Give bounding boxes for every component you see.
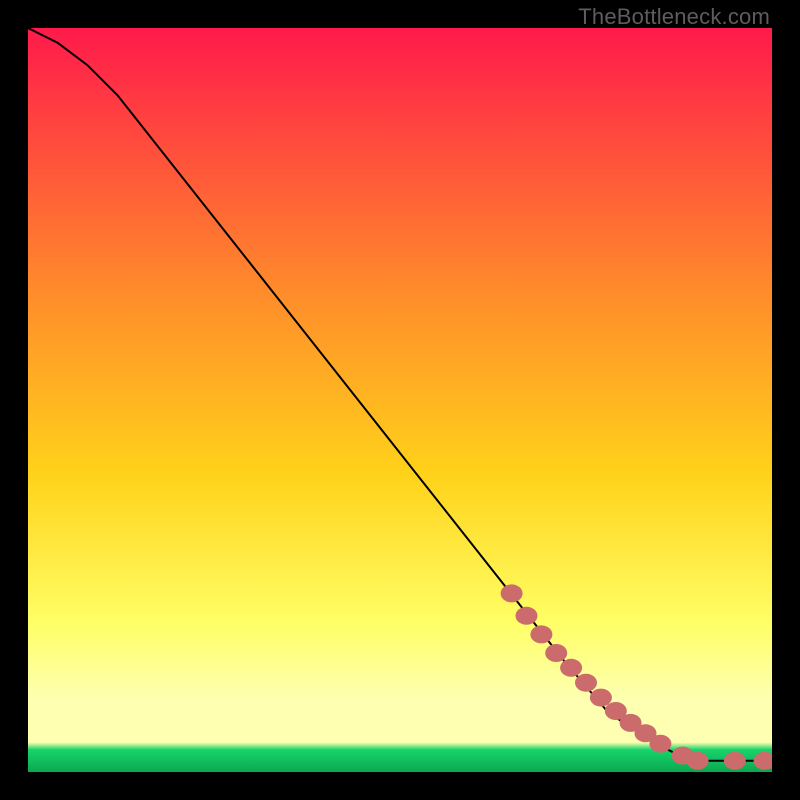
chart-plot: [28, 28, 772, 772]
data-marker: [516, 607, 538, 625]
chart-frame: TheBottleneck.com: [0, 0, 800, 800]
data-marker: [590, 689, 612, 707]
data-marker: [545, 644, 567, 662]
data-marker: [649, 735, 671, 753]
data-marker: [530, 625, 552, 643]
data-marker: [560, 659, 582, 677]
gradient-background: [28, 28, 772, 772]
data-marker: [687, 752, 709, 770]
watermark-text: TheBottleneck.com: [578, 4, 770, 30]
data-marker: [501, 584, 523, 602]
data-marker: [724, 752, 746, 770]
data-marker: [575, 674, 597, 692]
